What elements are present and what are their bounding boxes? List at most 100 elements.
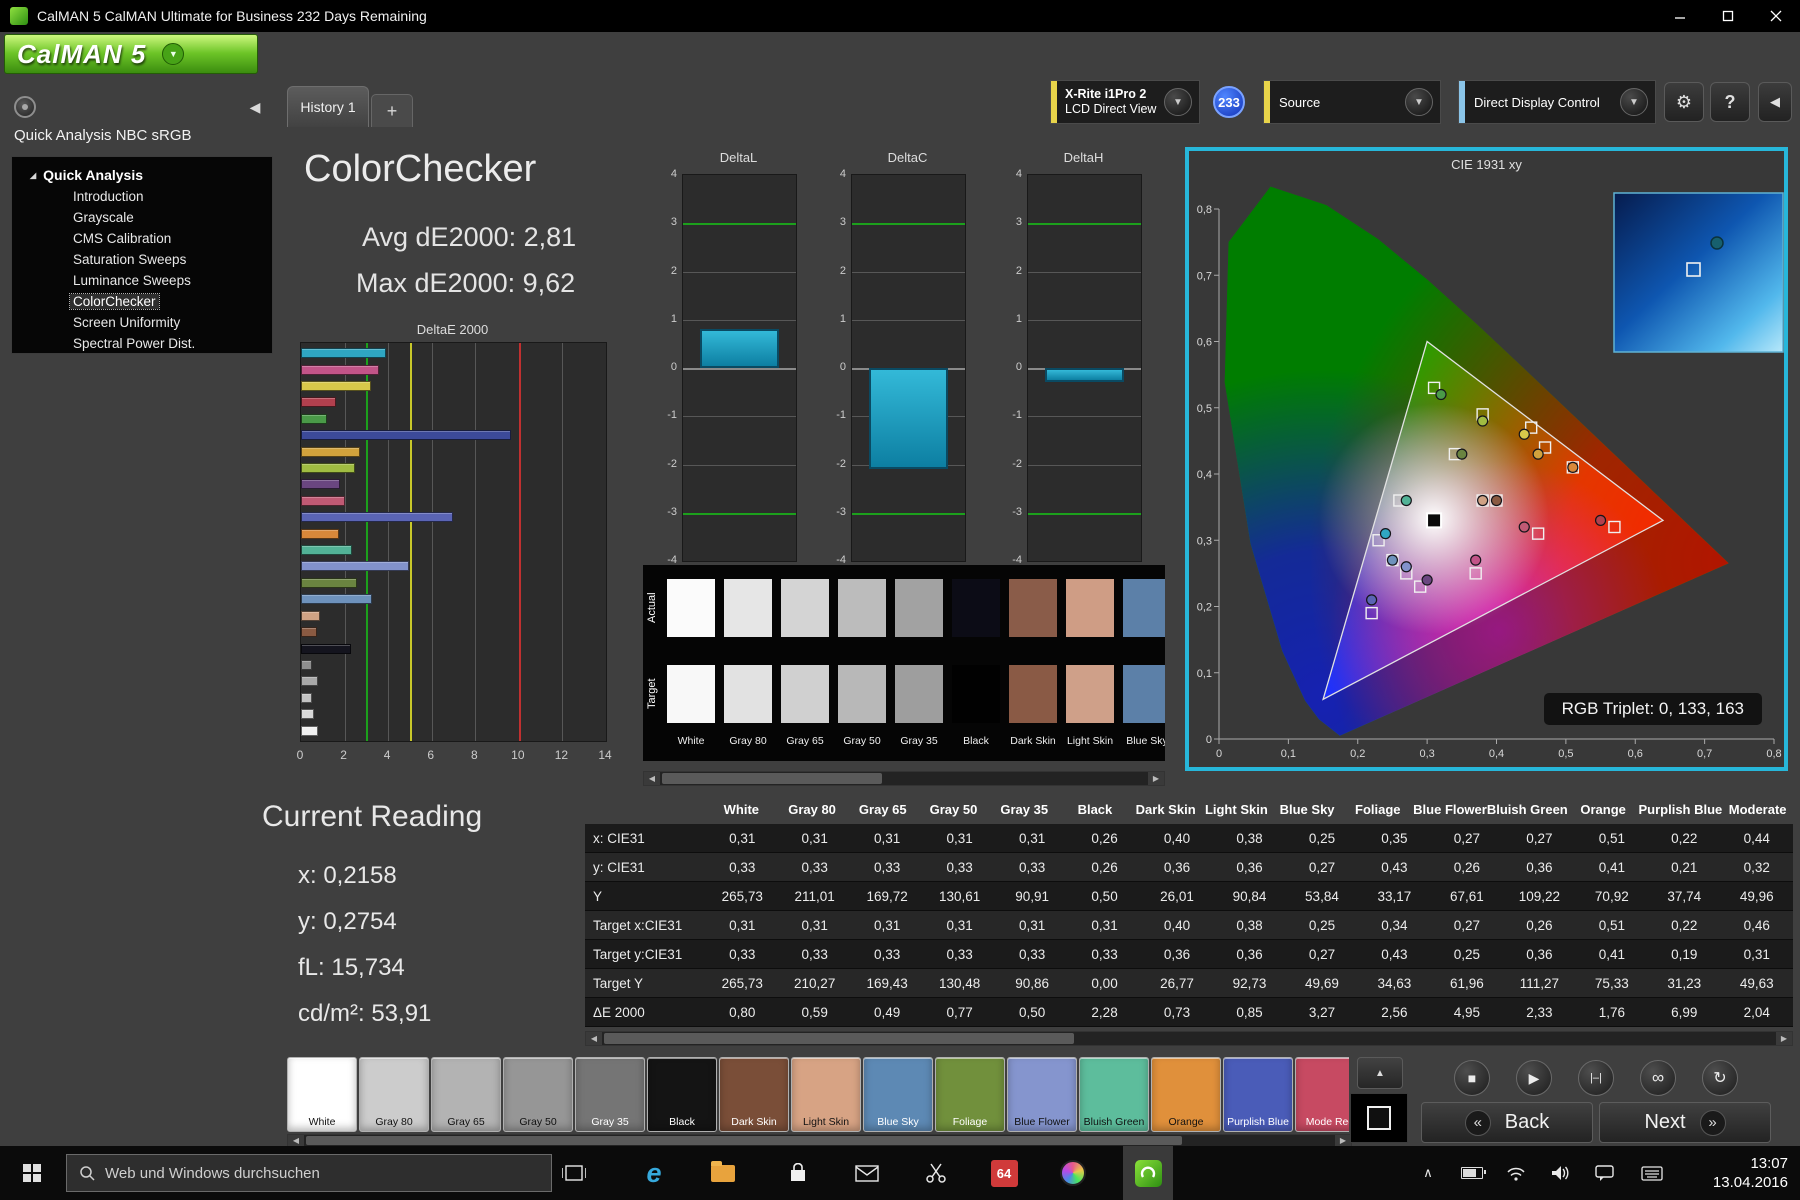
meter-dropdown-icon[interactable]: ▼ xyxy=(1164,88,1192,116)
single-measure-icon[interactable]: |–| xyxy=(1578,1060,1614,1096)
patch-button-gray-35[interactable]: Gray 35 xyxy=(575,1057,645,1132)
taskbar-clock[interactable]: 13:07 13.04.2016 xyxy=(1684,1154,1788,1192)
patch-button-foliage[interactable]: Foliage xyxy=(935,1057,1005,1132)
table-row-y: Y265,73211,01169,72130,6190,910,5026,019… xyxy=(585,882,1793,911)
patch-button-blue-sky[interactable]: Blue Sky xyxy=(863,1057,933,1132)
scrollbar-track[interactable] xyxy=(660,772,1148,785)
scroll-right-icon[interactable]: ▶ xyxy=(1776,1032,1792,1045)
patch-button-gray-50[interactable]: Gray 50 xyxy=(503,1057,573,1132)
logo-dropdown-icon[interactable]: ▼ xyxy=(162,43,184,65)
volume-icon[interactable] xyxy=(1540,1146,1580,1200)
scrollbar-thumb[interactable] xyxy=(604,1033,1074,1044)
table-scrollbar[interactable]: ◀ ▶ xyxy=(585,1031,1793,1046)
taskbar-search-input[interactable]: Web und Windows durchsuchen xyxy=(66,1154,552,1192)
scrollbar-track[interactable] xyxy=(304,1135,1335,1146)
table-row-target-y: Target Y265,73210,27169,43130,4890,860,0… xyxy=(585,969,1793,998)
store-icon[interactable] xyxy=(773,1146,823,1200)
scroll-left-icon[interactable]: ◀ xyxy=(586,1032,602,1045)
patch-button-gray-65[interactable]: Gray 65 xyxy=(431,1057,501,1132)
sidebar-item-luminance-sweeps[interactable]: Luminance Sweeps xyxy=(12,270,272,291)
scroll-left-icon[interactable]: ◀ xyxy=(644,772,660,785)
close-icon[interactable] xyxy=(1752,0,1800,32)
badge-64: 64 xyxy=(991,1160,1018,1187)
deltaE-bar-purple xyxy=(301,479,340,489)
deltaE-bar-yellow-green xyxy=(301,463,355,473)
start-button[interactable] xyxy=(0,1146,64,1200)
scroll-left-icon[interactable]: ◀ xyxy=(288,1135,304,1146)
sidebar-item-grayscale[interactable]: Grayscale xyxy=(12,207,272,228)
source-dropdown-icon[interactable]: ▼ xyxy=(1405,88,1433,116)
tray-show-hidden-icons[interactable]: ∧ xyxy=(1408,1146,1448,1200)
tab-history-1[interactable]: History 1 xyxy=(287,86,369,127)
patch-columns: WhiteGray 80Gray 65Gray 50Gray 35BlackDa… xyxy=(667,565,1165,761)
deltaE-bar-purplish-blue xyxy=(301,512,453,522)
play-icon[interactable]: ▶ xyxy=(1516,1060,1552,1096)
gear-icon[interactable]: ⚙ xyxy=(1664,82,1704,122)
snipping-tool-icon[interactable] xyxy=(911,1146,961,1200)
patch-button-orange[interactable]: Orange xyxy=(1151,1057,1221,1132)
patch-button-mode-red[interactable]: Mode Red xyxy=(1295,1057,1349,1132)
task-view-icon[interactable] xyxy=(549,1146,599,1200)
patch-button-black[interactable]: Black xyxy=(647,1057,717,1132)
file-explorer-icon[interactable] xyxy=(698,1146,748,1200)
scroll-right-icon[interactable]: ▶ xyxy=(1148,772,1164,785)
patch-button-blue-flower[interactable]: Blue Flower xyxy=(1007,1057,1077,1132)
svg-text:0,2: 0,2 xyxy=(1197,602,1212,614)
mail-icon[interactable] xyxy=(842,1146,892,1200)
svg-text:0,7: 0,7 xyxy=(1697,748,1712,760)
table-row-target-y-cie31: Target y:CIE310,330,330,330,330,330,330,… xyxy=(585,940,1793,969)
battery-icon[interactable] xyxy=(1452,1146,1492,1200)
patch-scroll-up-icon[interactable]: ▲ xyxy=(1357,1057,1403,1089)
next-button[interactable]: Next » xyxy=(1599,1102,1771,1143)
tree-expander-icon[interactable]: ◢ xyxy=(30,171,36,180)
app-64-icon[interactable]: 64 xyxy=(979,1146,1029,1200)
scrollbar-track[interactable] xyxy=(602,1032,1776,1045)
deltaE-bar-blue-flower xyxy=(301,561,409,571)
patch-strip-scrollbar[interactable]: ◀ ▶ xyxy=(643,771,1165,786)
sidebar-item-cms-calibration[interactable]: CMS Calibration xyxy=(12,228,272,249)
paint-app-icon[interactable] xyxy=(1048,1146,1098,1200)
add-tab-button[interactable]: + xyxy=(371,94,413,127)
scroll-right-icon[interactable]: ▶ xyxy=(1335,1135,1351,1146)
continuous-loop-icon[interactable]: ∞ xyxy=(1640,1060,1676,1096)
collapse-sidebar-icon[interactable]: ◀ xyxy=(244,96,266,118)
minimize-icon[interactable] xyxy=(1656,0,1704,32)
deltaE-bar-light-skin xyxy=(301,611,320,621)
edge-browser-icon[interactable]: e xyxy=(629,1146,679,1200)
deltaE-bar-magenta xyxy=(301,365,379,375)
source-dropdown[interactable]: Source ▼ xyxy=(1263,80,1441,124)
maximize-icon[interactable] xyxy=(1704,0,1752,32)
patch-button-gray-80[interactable]: Gray 80 xyxy=(359,1057,429,1132)
meter-dropdown[interactable]: X-Rite i1Pro 2LCD Direct View ▼ xyxy=(1050,80,1200,124)
patch-button-light-skin[interactable]: Light Skin xyxy=(791,1057,861,1132)
sidebar-item-screen-uniformity[interactable]: Screen Uniformity xyxy=(12,312,272,333)
sidebar-item-colorchecker[interactable]: ColorChecker xyxy=(12,291,272,312)
workflow-title: Quick Analysis NBC sRGB xyxy=(14,127,192,144)
keyboard-layout-icon[interactable] xyxy=(1632,1146,1672,1200)
patch-button-dark-skin[interactable]: Dark Skin xyxy=(719,1057,789,1132)
wifi-icon[interactable] xyxy=(1496,1146,1536,1200)
patch-button-purplish-blue[interactable]: Purplish Blue xyxy=(1223,1057,1293,1132)
deltaE-bar-gray-65 xyxy=(301,693,312,703)
refresh-icon[interactable]: ↻ xyxy=(1702,1060,1738,1096)
windows-logo-icon xyxy=(23,1164,41,1182)
sidebar-item-saturation-sweeps[interactable]: Saturation Sweeps xyxy=(12,249,272,270)
help-icon[interactable]: ? xyxy=(1710,82,1750,122)
tree-root-quick-analysis[interactable]: ◢ Quick Analysis xyxy=(12,164,272,186)
record-button[interactable] xyxy=(14,96,36,118)
stop-icon[interactable]: ■ xyxy=(1454,1060,1490,1096)
display-control-dropdown[interactable]: Direct Display Control ▼ xyxy=(1458,80,1656,124)
scrollbar-thumb[interactable] xyxy=(306,1136,1182,1145)
patch-button-white[interactable]: White xyxy=(287,1057,357,1132)
sidebar-item-spectral-power-dist[interactable]: Spectral Power Dist. xyxy=(12,333,272,354)
patch-button-bluish-green[interactable]: Bluish Green xyxy=(1079,1057,1149,1132)
back-button[interactable]: « Back xyxy=(1421,1102,1593,1143)
display-control-dropdown-icon[interactable]: ▼ xyxy=(1620,88,1648,116)
notifications-icon[interactable] xyxy=(1584,1146,1624,1200)
cie-1931-panel[interactable]: 00,10,20,30,40,50,60,70,800,10,20,30,40,… xyxy=(1185,147,1788,771)
calman-taskbar-icon[interactable] xyxy=(1123,1146,1173,1200)
sidebar-item-introduction[interactable]: Introduction xyxy=(12,186,272,207)
collapse-right-panel-icon[interactable]: ◀ xyxy=(1758,82,1792,122)
deltaE-chart-title: DeltaE 2000 xyxy=(300,322,605,337)
scrollbar-thumb[interactable] xyxy=(662,773,882,784)
